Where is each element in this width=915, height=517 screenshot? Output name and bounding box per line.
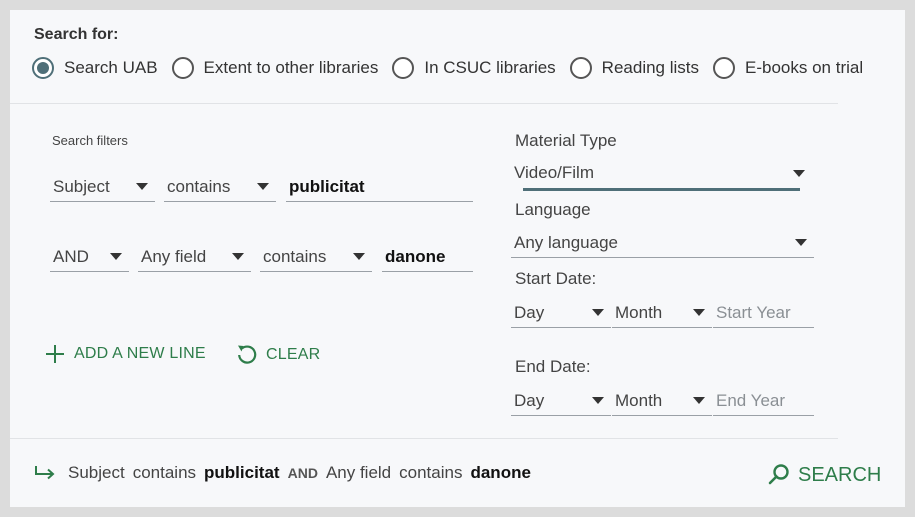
line2-search-input[interactable]: danone xyxy=(382,242,473,272)
scope-extent-other-libraries[interactable]: Extent to other libraries xyxy=(171,57,379,79)
radio-icon[interactable] xyxy=(713,57,735,79)
summary-condition: contains xyxy=(399,463,463,482)
select-value: Subject xyxy=(53,176,110,196)
chevron-down-icon xyxy=(136,183,148,190)
select-value: Any field xyxy=(141,246,207,266)
line1-field-select[interactable]: Subject xyxy=(50,172,155,202)
select-value: Video/Film xyxy=(514,163,594,182)
radio-selected-icon[interactable] xyxy=(32,57,54,79)
chevron-down-icon xyxy=(110,253,122,260)
select-value: contains xyxy=(263,246,327,266)
material-type-label: Material Type xyxy=(515,131,617,150)
query-summary: Subject contains publicitat AND Any fiel… xyxy=(34,463,539,483)
scope-search-uab[interactable]: Search UAB xyxy=(32,57,158,79)
summary-field: Any field xyxy=(325,463,392,482)
chevron-down-icon xyxy=(257,183,269,190)
summary-value: publicitat xyxy=(204,463,280,482)
material-type-select[interactable]: Video/Film xyxy=(511,158,812,188)
search-button-label: SEARCH xyxy=(798,463,882,486)
search-filters-title: Search filters xyxy=(52,133,128,148)
chevron-down-icon xyxy=(795,239,807,246)
radio-icon[interactable] xyxy=(171,57,194,79)
chevron-down-icon xyxy=(793,169,805,177)
scope-label: Search UAB xyxy=(64,58,158,77)
line1-condition-select[interactable]: contains xyxy=(164,172,276,202)
scope-reading-lists[interactable]: Reading lists xyxy=(569,57,699,79)
summary-field: Subject xyxy=(68,463,125,482)
select-value: Any language xyxy=(514,232,618,252)
scope-csuc-libraries[interactable]: In CSUC libraries xyxy=(392,57,556,79)
scope-ebooks-on-trial[interactable]: E-books on trial xyxy=(713,57,863,79)
select-value: Month xyxy=(615,390,663,410)
radio-icon[interactable] xyxy=(392,57,415,79)
select-value: contains xyxy=(167,176,231,196)
reset-icon xyxy=(238,345,257,364)
add-new-line-button[interactable]: ADD A NEW LINE xyxy=(46,345,206,363)
end-year-input[interactable]: End Year xyxy=(713,386,814,416)
start-year-input[interactable]: Start Year xyxy=(713,298,814,328)
select-value: Day xyxy=(514,390,545,410)
clear-label: CLEAR xyxy=(266,346,321,363)
scope-label: Reading lists xyxy=(601,58,699,77)
chevron-down-icon xyxy=(592,309,604,316)
scope-label: E-books on trial xyxy=(745,58,864,77)
clear-button[interactable]: CLEAR xyxy=(235,343,320,367)
chevron-down-icon xyxy=(592,397,604,404)
end-date-label: End Date: xyxy=(515,357,591,376)
return-arrow-icon xyxy=(35,466,55,480)
scope-label: Extent to other libraries xyxy=(203,58,379,77)
line2-operator-select[interactable]: AND xyxy=(50,242,129,272)
end-day-select[interactable]: Day xyxy=(511,386,611,416)
advanced-search-panel: Search for: Search UAB Extent to other l… xyxy=(10,10,905,507)
summary-condition: contains xyxy=(132,463,197,482)
chevron-down-icon xyxy=(353,253,365,260)
summary-operator: AND xyxy=(287,465,318,481)
summary-value: danone xyxy=(470,463,531,482)
chevron-down-icon xyxy=(693,309,705,316)
language-select[interactable]: Any language xyxy=(511,228,814,258)
chevron-down-icon xyxy=(232,253,244,260)
start-month-select[interactable]: Month xyxy=(612,298,712,328)
language-label: Language xyxy=(515,200,591,219)
add-new-line-label: ADD A NEW LINE xyxy=(74,345,206,362)
search-for-label: Search for: xyxy=(34,26,119,43)
search-button[interactable]: SEARCH xyxy=(767,463,881,487)
line2-field-select[interactable]: Any field xyxy=(138,242,251,272)
search-scope-group: Search UAB Extent to other libraries In … xyxy=(32,57,877,79)
line1-search-input[interactable]: publicitat xyxy=(286,172,473,202)
select-value: AND xyxy=(53,246,89,266)
line2-condition-select[interactable]: contains xyxy=(260,242,372,272)
chevron-down-icon xyxy=(693,397,705,404)
divider xyxy=(10,103,838,104)
select-value: Day xyxy=(514,302,545,322)
start-day-select[interactable]: Day xyxy=(511,298,611,328)
start-date-label: Start Date: xyxy=(515,269,597,288)
scope-label: In CSUC libraries xyxy=(424,58,556,77)
divider xyxy=(10,438,838,439)
select-value: Month xyxy=(615,302,663,322)
active-underline xyxy=(523,188,800,191)
plus-icon xyxy=(46,345,64,363)
search-icon xyxy=(768,464,789,485)
end-month-select[interactable]: Month xyxy=(612,386,712,416)
radio-icon[interactable] xyxy=(569,57,592,79)
